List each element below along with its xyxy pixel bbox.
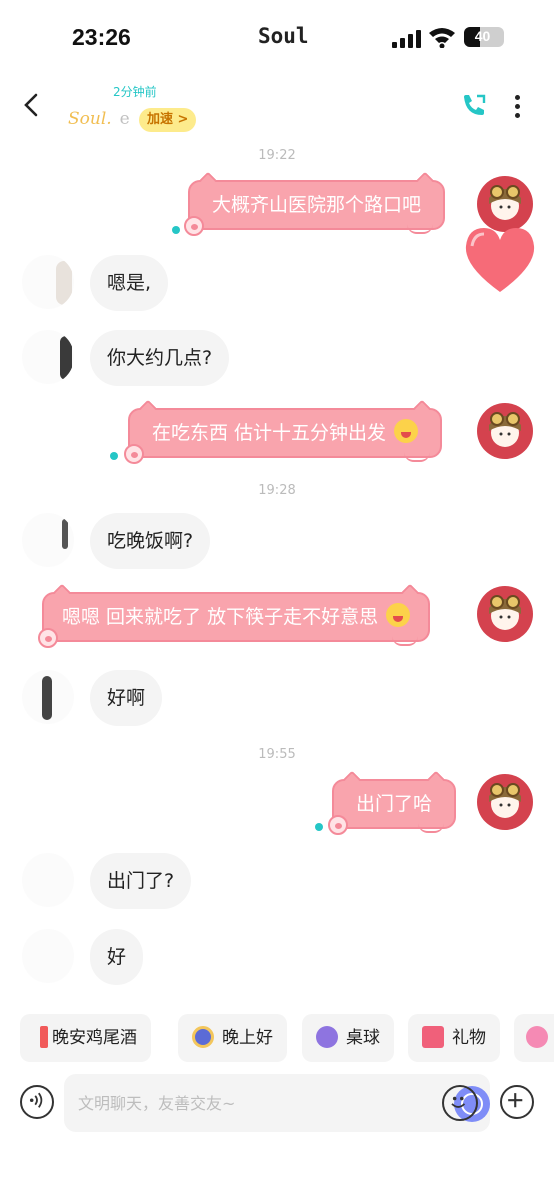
bubble-ear-decoration	[413, 399, 431, 417]
billiard-ball-icon	[316, 1026, 338, 1048]
message-input-container	[64, 1074, 490, 1132]
emoji-icon[interactable]	[442, 1085, 478, 1121]
heart-icon	[526, 1026, 548, 1048]
plus-glyph	[508, 1093, 523, 1108]
battery-level: 40	[474, 28, 491, 44]
chip-label: 晚上好	[222, 1028, 273, 1048]
avatar-illustration	[489, 595, 521, 630]
message-text: 你大约几点?	[107, 347, 213, 369]
message-bubble-outgoing[interactable]: 出门了哈	[328, 770, 457, 835]
message-text: 好	[107, 946, 127, 968]
read-status-dot	[315, 823, 323, 831]
message-text: 大概齐山医院那个路口吧	[212, 194, 422, 216]
message-text: 吃晚饭啊?	[107, 530, 194, 552]
my-avatar[interactable]	[477, 403, 533, 459]
chip-billiards[interactable]: 桌球	[302, 1014, 394, 1062]
message-bubble-outgoing[interactable]: 嗯嗯 回来就吃了 放下筷子走不好意思	[38, 583, 431, 648]
back-icon[interactable]	[18, 91, 46, 119]
message-bubble-incoming[interactable]: 吃晚饭啊?	[90, 513, 211, 569]
message-text: 出门了哈	[356, 793, 433, 815]
wifi-icon	[429, 28, 455, 48]
more-options-icon[interactable]	[512, 93, 522, 121]
tail-decoration	[407, 224, 434, 234]
chat-username[interactable]: Soul. e	[68, 109, 130, 129]
quick-reply-chips: 晚安鸡尾酒 晚上好 桌球 礼物	[0, 1014, 554, 1064]
read-status-dot	[110, 452, 118, 460]
chip-label: 桌球	[346, 1028, 380, 1048]
contact-avatar[interactable]	[22, 670, 74, 724]
bubble-ear-decoration	[343, 770, 361, 788]
boost-button[interactable]: 加速 >	[139, 108, 197, 132]
last-seen-label: 2分钟前	[113, 85, 157, 99]
contact-avatar[interactable]	[22, 929, 74, 983]
message-bubble-outgoing[interactable]: 大概齐山医院那个路口吧	[184, 171, 446, 236]
message-input[interactable]	[78, 1074, 378, 1132]
chip-cocktail[interactable]: 晚安鸡尾酒	[20, 1014, 151, 1062]
moon-icon	[192, 1026, 214, 1048]
paw-icon	[328, 815, 348, 835]
message-text: 好啊	[107, 687, 146, 709]
chip-gift[interactable]: 礼物	[408, 1014, 500, 1062]
timestamp: 19:55	[258, 747, 296, 762]
username-suffix: e	[119, 109, 130, 129]
message-bubble-incoming[interactable]: 你大约几点?	[90, 330, 230, 386]
sound-wave-glyph	[29, 1092, 43, 1108]
smile-glyph	[451, 1096, 466, 1108]
my-avatar[interactable]	[477, 176, 533, 232]
cocktail-icon	[40, 1026, 48, 1048]
chip-good-evening[interactable]: 晚上好	[178, 1014, 287, 1062]
gift-icon	[422, 1026, 444, 1048]
message-text: 在吃东西 估计十五分钟出发	[152, 422, 387, 444]
message-bubble-incoming[interactable]: 好啊	[90, 670, 163, 726]
avatar-illustration	[489, 185, 521, 220]
message-bubble-incoming[interactable]: 嗯是,	[90, 255, 169, 311]
voice-input-icon[interactable]	[20, 1085, 54, 1119]
bubble-ear-decoration	[401, 583, 419, 601]
bubble-ear-decoration	[53, 583, 71, 601]
paw-icon	[38, 628, 58, 648]
read-status-dot	[172, 226, 180, 234]
avatar-illustration	[489, 783, 521, 818]
contact-avatar[interactable]	[22, 255, 74, 309]
drooling-face-icon	[394, 419, 419, 443]
bubble-ear-decoration	[199, 171, 217, 189]
chip-label: 礼物	[452, 1028, 486, 1048]
chat-header: 2分钟前 Soul. e 加速 >	[0, 75, 554, 140]
add-attachment-icon[interactable]	[500, 1085, 534, 1119]
heart-icon	[465, 228, 535, 292]
status-app-name: Soul	[258, 24, 309, 48]
paw-icon	[124, 444, 144, 464]
my-avatar[interactable]	[477, 586, 533, 642]
my-avatar[interactable]	[477, 774, 533, 830]
contact-avatar[interactable]	[22, 330, 74, 384]
message-text: 出门了?	[107, 870, 175, 892]
cellular-signal-icon	[392, 30, 422, 48]
contact-avatar[interactable]	[22, 853, 74, 907]
status-time: 23:26	[72, 24, 131, 50]
rofl-face-icon	[386, 603, 411, 627]
message-text: 嗯嗯 回来就吃了 放下筷子走不好意思	[62, 606, 379, 628]
bubble-ear-decoration	[427, 770, 445, 788]
message-bubble-outgoing[interactable]: 在吃东西 估计十五分钟出发	[124, 399, 443, 464]
message-text: 嗯是,	[107, 272, 152, 294]
timestamp: 19:22	[258, 148, 296, 163]
voice-call-icon[interactable]	[460, 93, 488, 119]
bubble-ear-decoration	[416, 171, 434, 189]
status-bar: 23:26 Soul 40	[0, 0, 554, 75]
battery-icon: 40	[464, 27, 504, 47]
message-bubble-incoming[interactable]: 出门了?	[90, 853, 192, 909]
tail-decoration	[418, 823, 445, 833]
tail-decoration	[404, 452, 431, 462]
chip-more[interactable]	[514, 1014, 554, 1062]
tail-decoration	[392, 636, 419, 646]
username-main: Soul.	[68, 109, 112, 129]
message-bubble-incoming[interactable]: 好	[90, 929, 144, 985]
bubble-ear-decoration	[139, 399, 157, 417]
chip-label: 晚安鸡尾酒	[52, 1028, 137, 1048]
avatar-illustration	[489, 412, 521, 447]
input-bar	[0, 1072, 554, 1134]
timestamp: 19:28	[258, 483, 296, 498]
contact-avatar[interactable]	[22, 513, 74, 567]
paw-icon	[184, 216, 204, 236]
